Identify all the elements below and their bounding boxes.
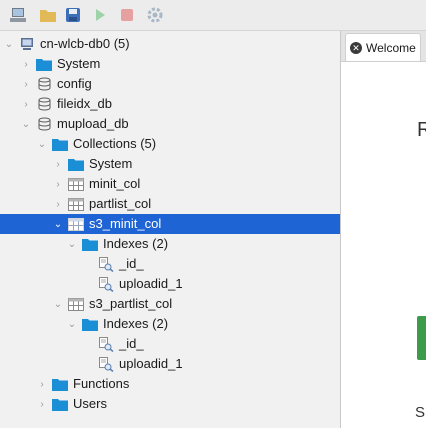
chevron-right-icon[interactable]: ›: [52, 158, 64, 170]
chevron-down-icon[interactable]: ⌄: [36, 138, 48, 150]
tab-label: Welcome: [366, 40, 416, 55]
tree-item-label: _id_: [119, 336, 144, 351]
folder-icon: [52, 397, 68, 411]
tree-item-mupload-db[interactable]: ⌄ mupload_db: [0, 114, 340, 134]
settings-icon[interactable]: [145, 5, 165, 25]
tree-item-index-uploadid[interactable]: uploadid_1: [0, 274, 340, 294]
chevron-down-icon[interactable]: ⌄: [52, 218, 64, 230]
server-icon: [19, 37, 35, 51]
tree-item-label: Users: [73, 396, 107, 411]
tree-item-minit-col[interactable]: › minit_col: [0, 174, 340, 194]
tree-item-label: mupload_db: [57, 116, 129, 131]
tree-item-collections-system[interactable]: › System: [0, 154, 340, 174]
tree-item-index-id[interactable]: _id_: [0, 254, 340, 274]
chevron-down-icon[interactable]: ⌄: [66, 318, 78, 330]
chevron-right-icon[interactable]: ›: [20, 58, 32, 70]
collection-table-icon: [68, 177, 84, 191]
tree-item-label: minit_col: [89, 176, 141, 191]
tree-item-label: fileidx_db: [57, 96, 112, 111]
database-icon: [36, 97, 52, 111]
tree-item-index-uploadid[interactable]: uploadid_1: [0, 354, 340, 374]
welcome-action-button[interactable]: [417, 316, 426, 360]
tree-item-label: config: [57, 76, 92, 91]
tree-item-label: Indexes (2): [103, 316, 169, 331]
folder-icon: [52, 137, 68, 151]
tree-item-index-id[interactable]: _id_: [0, 334, 340, 354]
tree-item-label: s3_minit_col: [89, 216, 162, 231]
tree-item-label: cn-wlcb-db0 (5): [40, 36, 130, 51]
folder-icon: [52, 377, 68, 391]
tree-item-fileidx-db[interactable]: › fileidx_db: [0, 94, 340, 114]
chevron-right-icon[interactable]: ›: [20, 78, 32, 90]
index-icon: [98, 256, 114, 272]
tree-item-label: Functions: [73, 376, 130, 391]
stop-icon[interactable]: [117, 5, 137, 25]
object-tree: ⌄ cn-wlcb-db0 (5) › System › config › fi…: [0, 31, 341, 428]
chevron-right-icon[interactable]: ›: [36, 378, 48, 390]
collection-table-icon: [68, 197, 84, 211]
tree-item-functions[interactable]: › Functions: [0, 374, 340, 394]
tree-item-label: uploadid_1: [119, 276, 183, 291]
tree-item-s3-partlist-indexes[interactable]: ⌄ Indexes (2): [0, 314, 340, 334]
toolbar: [0, 0, 426, 31]
tree-item-label: _id_: [119, 256, 144, 271]
tree-item-label: partlist_col: [89, 196, 152, 211]
tree-item-config[interactable]: › config: [0, 74, 340, 94]
close-icon[interactable]: ✕: [350, 41, 362, 54]
tree-item-label: System: [57, 56, 101, 71]
index-icon: [98, 276, 114, 292]
open-folder-icon[interactable]: [38, 5, 58, 25]
tree-item-label: System: [89, 156, 133, 171]
folder-icon: [82, 237, 98, 251]
tree-item-users[interactable]: › Users: [0, 394, 340, 414]
collection-table-icon: [68, 297, 84, 311]
run-icon[interactable]: [90, 5, 110, 25]
tree-item-collections[interactable]: ⌄ Collections (5): [0, 134, 340, 154]
tree-item-label: Indexes (2): [103, 236, 169, 251]
chevron-down-icon[interactable]: ⌄: [52, 298, 64, 310]
welcome-pane: ✕ Welcome R S: [341, 31, 426, 428]
folder-icon: [68, 157, 84, 171]
chevron-down-icon[interactable]: ⌄: [66, 238, 78, 250]
collection-table-icon: [68, 217, 84, 231]
tree-item-label: s3_partlist_col: [89, 296, 173, 311]
tab-bar: ✕ Welcome: [341, 31, 426, 62]
chevron-down-icon[interactable]: ⌄: [3, 38, 15, 50]
index-icon: [98, 336, 114, 352]
chevron-right-icon[interactable]: ›: [52, 178, 64, 190]
tree-item-s3-partlist-col[interactable]: ⌄ s3_partlist_col: [0, 294, 340, 314]
tree-item-label: uploadid_1: [119, 356, 183, 371]
save-icon[interactable]: [63, 5, 83, 25]
chevron-right-icon[interactable]: ›: [36, 398, 48, 410]
index-icon: [98, 356, 114, 372]
database-icon: [36, 117, 52, 131]
tree-item-system[interactable]: › System: [0, 54, 340, 74]
tree-item-partlist-col[interactable]: › partlist_col: [0, 194, 340, 214]
tab-welcome[interactable]: ✕ Welcome: [345, 33, 421, 61]
connect-icon[interactable]: [8, 5, 28, 25]
tree-item-label: Collections (5): [73, 136, 157, 151]
tree-item-s3-minit-indexes[interactable]: ⌄ Indexes (2): [0, 234, 340, 254]
welcome-footer-text: S: [415, 404, 426, 421]
chevron-right-icon[interactable]: ›: [20, 98, 32, 110]
database-icon: [36, 77, 52, 91]
chevron-down-icon[interactable]: ⌄: [20, 118, 32, 130]
tree-item-connection[interactable]: ⌄ cn-wlcb-db0 (5): [0, 34, 340, 54]
welcome-heading: R: [417, 119, 426, 141]
folder-icon: [36, 57, 52, 71]
chevron-right-icon[interactable]: ›: [52, 198, 64, 210]
folder-icon: [82, 317, 98, 331]
tree-item-s3-minit-col[interactable]: ⌄ s3_minit_col: [0, 214, 340, 234]
